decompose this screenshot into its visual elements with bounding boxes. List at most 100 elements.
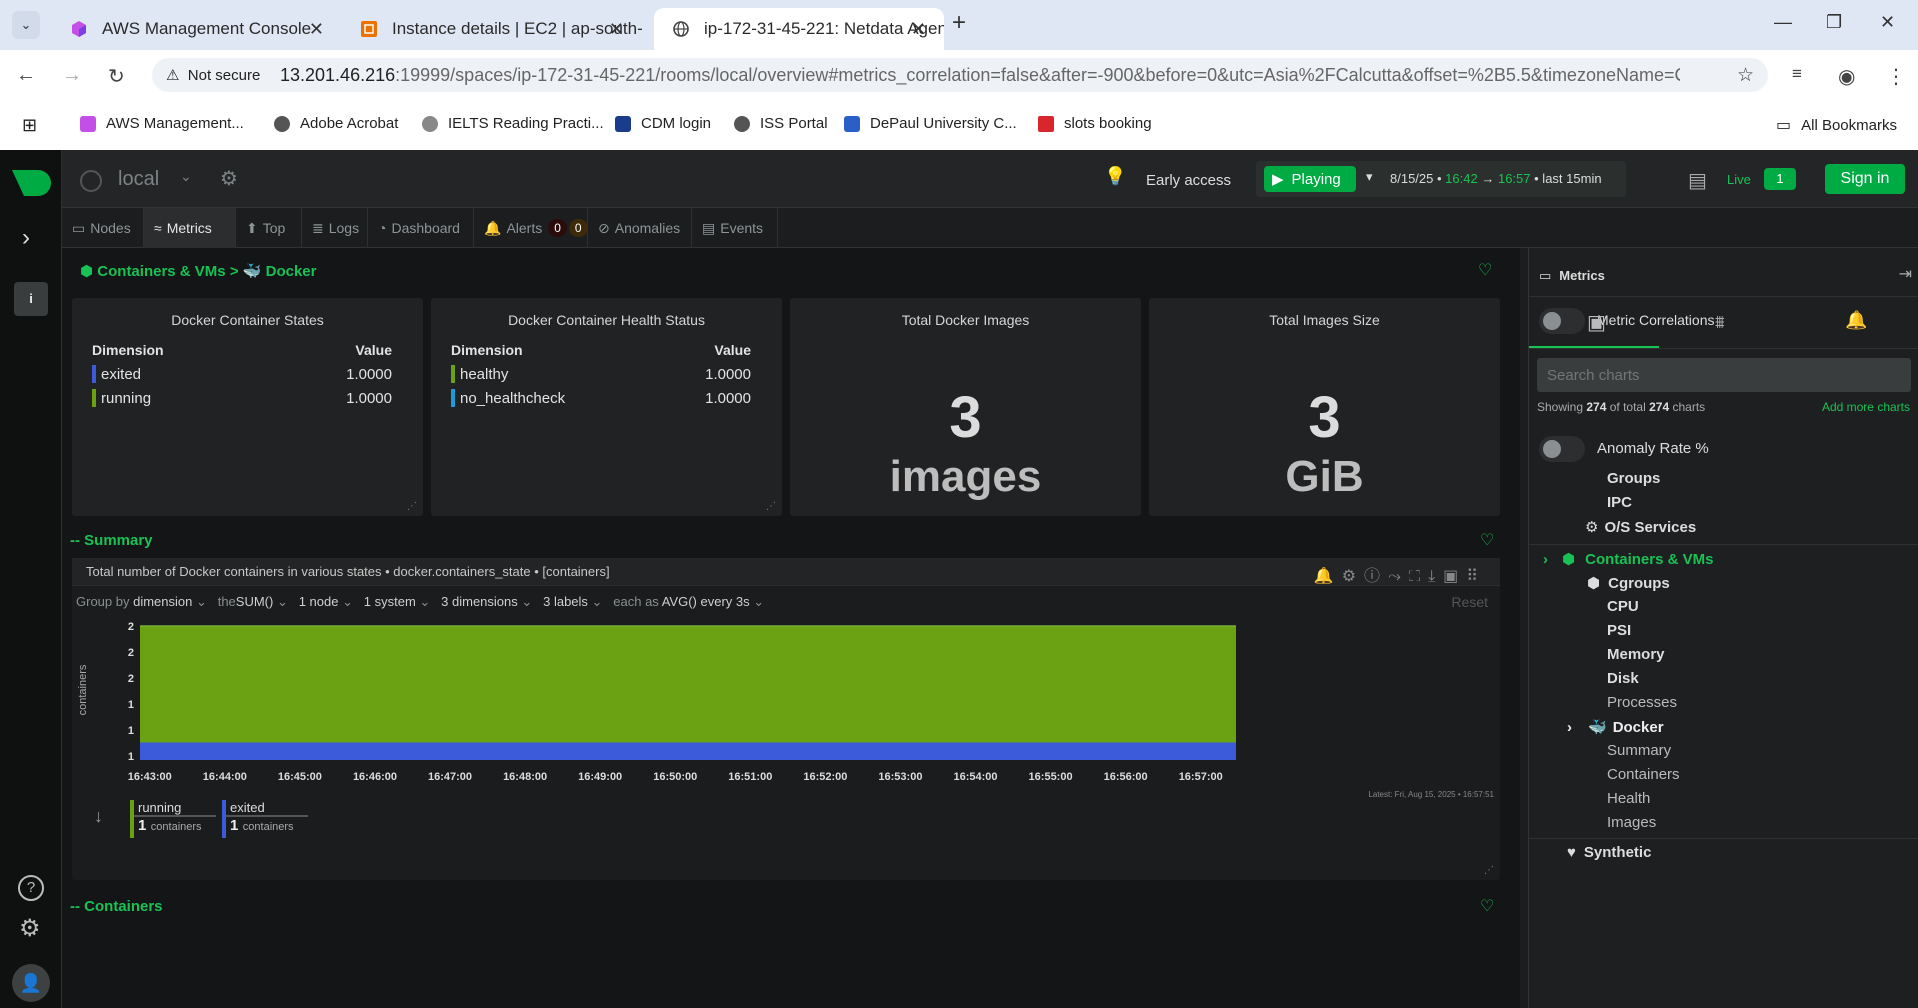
legend-item-running[interactable]: running 1 containers bbox=[130, 800, 216, 838]
chart-toolbar[interactable]: 🔔⚙ⓘ⤳⛶⤓▣⠿ bbox=[1314, 562, 1486, 586]
charts-tab-icon[interactable]: ▣ bbox=[1587, 310, 1606, 335]
browser-tab-netdata[interactable]: ip-172-31-45-221: Netdata Agent ✕ bbox=[654, 8, 944, 50]
resize-handle-icon[interactable]: ⋰ bbox=[1484, 865, 1494, 876]
playing-button[interactable]: ▶ Playing bbox=[1264, 166, 1356, 192]
netdata-logo-icon[interactable] bbox=[10, 168, 52, 198]
chevron-down-icon[interactable]: ▾ bbox=[1366, 169, 1373, 185]
drag-icon[interactable]: ⠿ bbox=[1466, 568, 1486, 585]
restore-icon[interactable]: ❐ bbox=[1826, 12, 1842, 33]
expand-icon[interactable]: › bbox=[22, 224, 30, 252]
chevron-down-icon[interactable]: ⌄ bbox=[180, 168, 192, 185]
tree-item-psi[interactable]: PSI bbox=[1607, 622, 1631, 639]
close-icon[interactable]: ✕ bbox=[911, 19, 926, 40]
search-charts-input[interactable] bbox=[1537, 358, 1911, 392]
time-range[interactable]: 8/15/25 • 16:42 → 16:57 • last 15min bbox=[1390, 171, 1602, 186]
tab-top[interactable]: ⬆ Top bbox=[236, 208, 302, 248]
save-icon[interactable]: ▣ bbox=[1443, 568, 1466, 585]
tab-dashboard[interactable]: ◔ Dashboard bbox=[368, 208, 474, 248]
time-agg-select[interactable]: AVG() bbox=[662, 594, 697, 609]
dimensions-select[interactable]: 3 dimensions bbox=[441, 594, 518, 609]
legend-item-exited[interactable]: exited 1 containers bbox=[222, 800, 308, 838]
tree-item-groups[interactable]: Groups bbox=[1607, 470, 1660, 487]
heart-icon[interactable]: ♡ bbox=[1480, 896, 1494, 916]
media-icon[interactable]: ≡ bbox=[1792, 64, 1802, 84]
breadcrumb-current[interactable]: Docker bbox=[266, 263, 317, 280]
tree-item-synthetic[interactable]: ♥ Synthetic bbox=[1567, 844, 1651, 861]
back-icon[interactable]: ← bbox=[16, 64, 36, 87]
profile-icon[interactable]: ◉ bbox=[1838, 64, 1855, 89]
tree-item-summary[interactable]: Summary bbox=[1607, 742, 1671, 759]
aggregation-select[interactable]: SUM() bbox=[236, 594, 274, 609]
interval-select[interactable]: every 3s bbox=[701, 594, 750, 609]
security-indicator[interactable]: ⚠ Not secure bbox=[166, 66, 260, 84]
url-text[interactable]: 13.201.46.216:19999/spaces/ip-172-31-45-… bbox=[280, 65, 1680, 86]
bookmark-iss[interactable]: ISS Portal bbox=[734, 115, 828, 132]
tree-item-processes[interactable]: Processes bbox=[1607, 694, 1677, 711]
bookmark-ielts[interactable]: IELTS Reading Practi... bbox=[422, 115, 604, 132]
menu-icon[interactable]: ⋮ bbox=[1886, 64, 1906, 89]
bookmark-slots[interactable]: slots booking bbox=[1038, 115, 1152, 132]
resize-handle-icon[interactable]: ⋰ bbox=[766, 501, 776, 512]
tree-item-containers[interactable]: Containers bbox=[1607, 766, 1680, 783]
info-icon[interactable]: i bbox=[14, 282, 48, 316]
star-icon[interactable]: ☆ bbox=[1737, 64, 1754, 87]
tree-item-images[interactable]: Images bbox=[1607, 814, 1656, 831]
arrow-down-icon[interactable]: ↓ bbox=[94, 806, 103, 827]
apps-icon[interactable]: ⊞ bbox=[22, 115, 37, 136]
tree-item-cpu[interactable]: CPU bbox=[1607, 598, 1639, 615]
room-selector[interactable]: local bbox=[118, 168, 159, 191]
metric-correlations-toggle[interactable] bbox=[1539, 308, 1585, 334]
all-bookmarks[interactable]: ▭ All Bookmarks bbox=[1776, 115, 1897, 135]
tab-alerts[interactable]: 🔔 Alerts 0 0 bbox=[474, 208, 588, 248]
labels-select[interactable]: 3 labels bbox=[543, 594, 588, 609]
close-icon[interactable]: ✕ bbox=[609, 19, 624, 40]
tab-metrics[interactable]: ≈ Metrics bbox=[144, 208, 236, 248]
reload-icon[interactable]: ↻ bbox=[108, 64, 125, 89]
resize-handle-icon[interactable]: ⋰ bbox=[407, 501, 417, 512]
breadcrumb-parent[interactable]: Containers & VMs bbox=[97, 263, 225, 280]
browser-tab-ec2[interactable]: Instance details | EC2 | ap-south-1 ✕ bbox=[342, 8, 642, 50]
correlate-icon[interactable]: ⤳ bbox=[1388, 568, 1409, 585]
group-by-select[interactable]: dimension bbox=[133, 594, 192, 609]
tree-item-health[interactable]: Health bbox=[1607, 790, 1650, 807]
add-more-charts-link[interactable]: Add more charts bbox=[1822, 400, 1910, 414]
tab-events[interactable]: ▤ Events bbox=[692, 208, 778, 248]
download-icon[interactable]: ⤓ bbox=[1428, 568, 1443, 585]
bookmark-aws[interactable]: AWS Management... bbox=[80, 115, 244, 132]
room-settings-icon[interactable]: ⚙ bbox=[220, 166, 238, 191]
reset-button[interactable]: Reset bbox=[1451, 594, 1488, 610]
bell-icon[interactable]: 🔔 bbox=[1314, 568, 1342, 585]
table-row[interactable]: running 1.0000 bbox=[92, 386, 392, 410]
tree-item-memory[interactable]: Memory bbox=[1607, 646, 1665, 663]
bookmark-depaul[interactable]: DePaul University C... bbox=[844, 115, 1017, 132]
close-window-icon[interactable]: ✕ bbox=[1880, 12, 1895, 33]
table-row[interactable]: healthy 1.0000 bbox=[451, 362, 751, 386]
table-row[interactable]: no_healthcheck 1.0000 bbox=[451, 386, 751, 410]
nodes-select[interactable]: 1 node bbox=[299, 594, 339, 609]
anomaly-rate-toggle[interactable] bbox=[1539, 436, 1585, 462]
live-count-badge[interactable]: 1 bbox=[1764, 168, 1796, 190]
settings-icon[interactable]: ⚙ bbox=[19, 914, 41, 943]
fullscreen-icon[interactable]: ⛶ bbox=[1409, 568, 1428, 585]
forward-icon[interactable]: → bbox=[62, 64, 82, 87]
layout-icon[interactable]: ▤ bbox=[1688, 168, 1707, 193]
tree-item-os-services[interactable]: ⚙ O/S Services bbox=[1585, 518, 1696, 536]
bookmark-acrobat[interactable]: Adobe Acrobat bbox=[274, 115, 398, 132]
tab-logs[interactable]: ≣ Logs bbox=[302, 208, 368, 248]
tab-anomalies[interactable]: ⊘ Anomalies bbox=[588, 208, 692, 248]
tab-nodes[interactable]: ▭ Nodes bbox=[62, 208, 144, 248]
new-tab-button[interactable]: + bbox=[952, 9, 966, 37]
tab-search-button[interactable]: ⌄ bbox=[12, 11, 40, 39]
table-row[interactable]: exited 1.0000 bbox=[92, 362, 392, 386]
sign-in-button[interactable]: Sign in bbox=[1825, 164, 1905, 194]
heart-icon[interactable]: ♡ bbox=[1480, 530, 1494, 550]
info-icon[interactable]: ⓘ bbox=[1364, 568, 1388, 585]
help-icon[interactable]: ? bbox=[18, 875, 44, 901]
heart-icon[interactable]: ♡ bbox=[1478, 260, 1492, 280]
tree-item-disk[interactable]: Disk bbox=[1607, 670, 1639, 687]
area-chart[interactable]: containers 2 2 2 1 1 1 16:43:00 16:44:00 16:45:00… bbox=[72, 610, 1500, 790]
filter-tab-icon[interactable]: ⩩ bbox=[1715, 312, 1725, 333]
user-avatar-icon[interactable]: 👤 bbox=[12, 964, 50, 1002]
bookmark-cdm[interactable]: CDM login bbox=[615, 115, 711, 132]
collapse-panel-icon[interactable]: ⇥ bbox=[1899, 264, 1912, 284]
